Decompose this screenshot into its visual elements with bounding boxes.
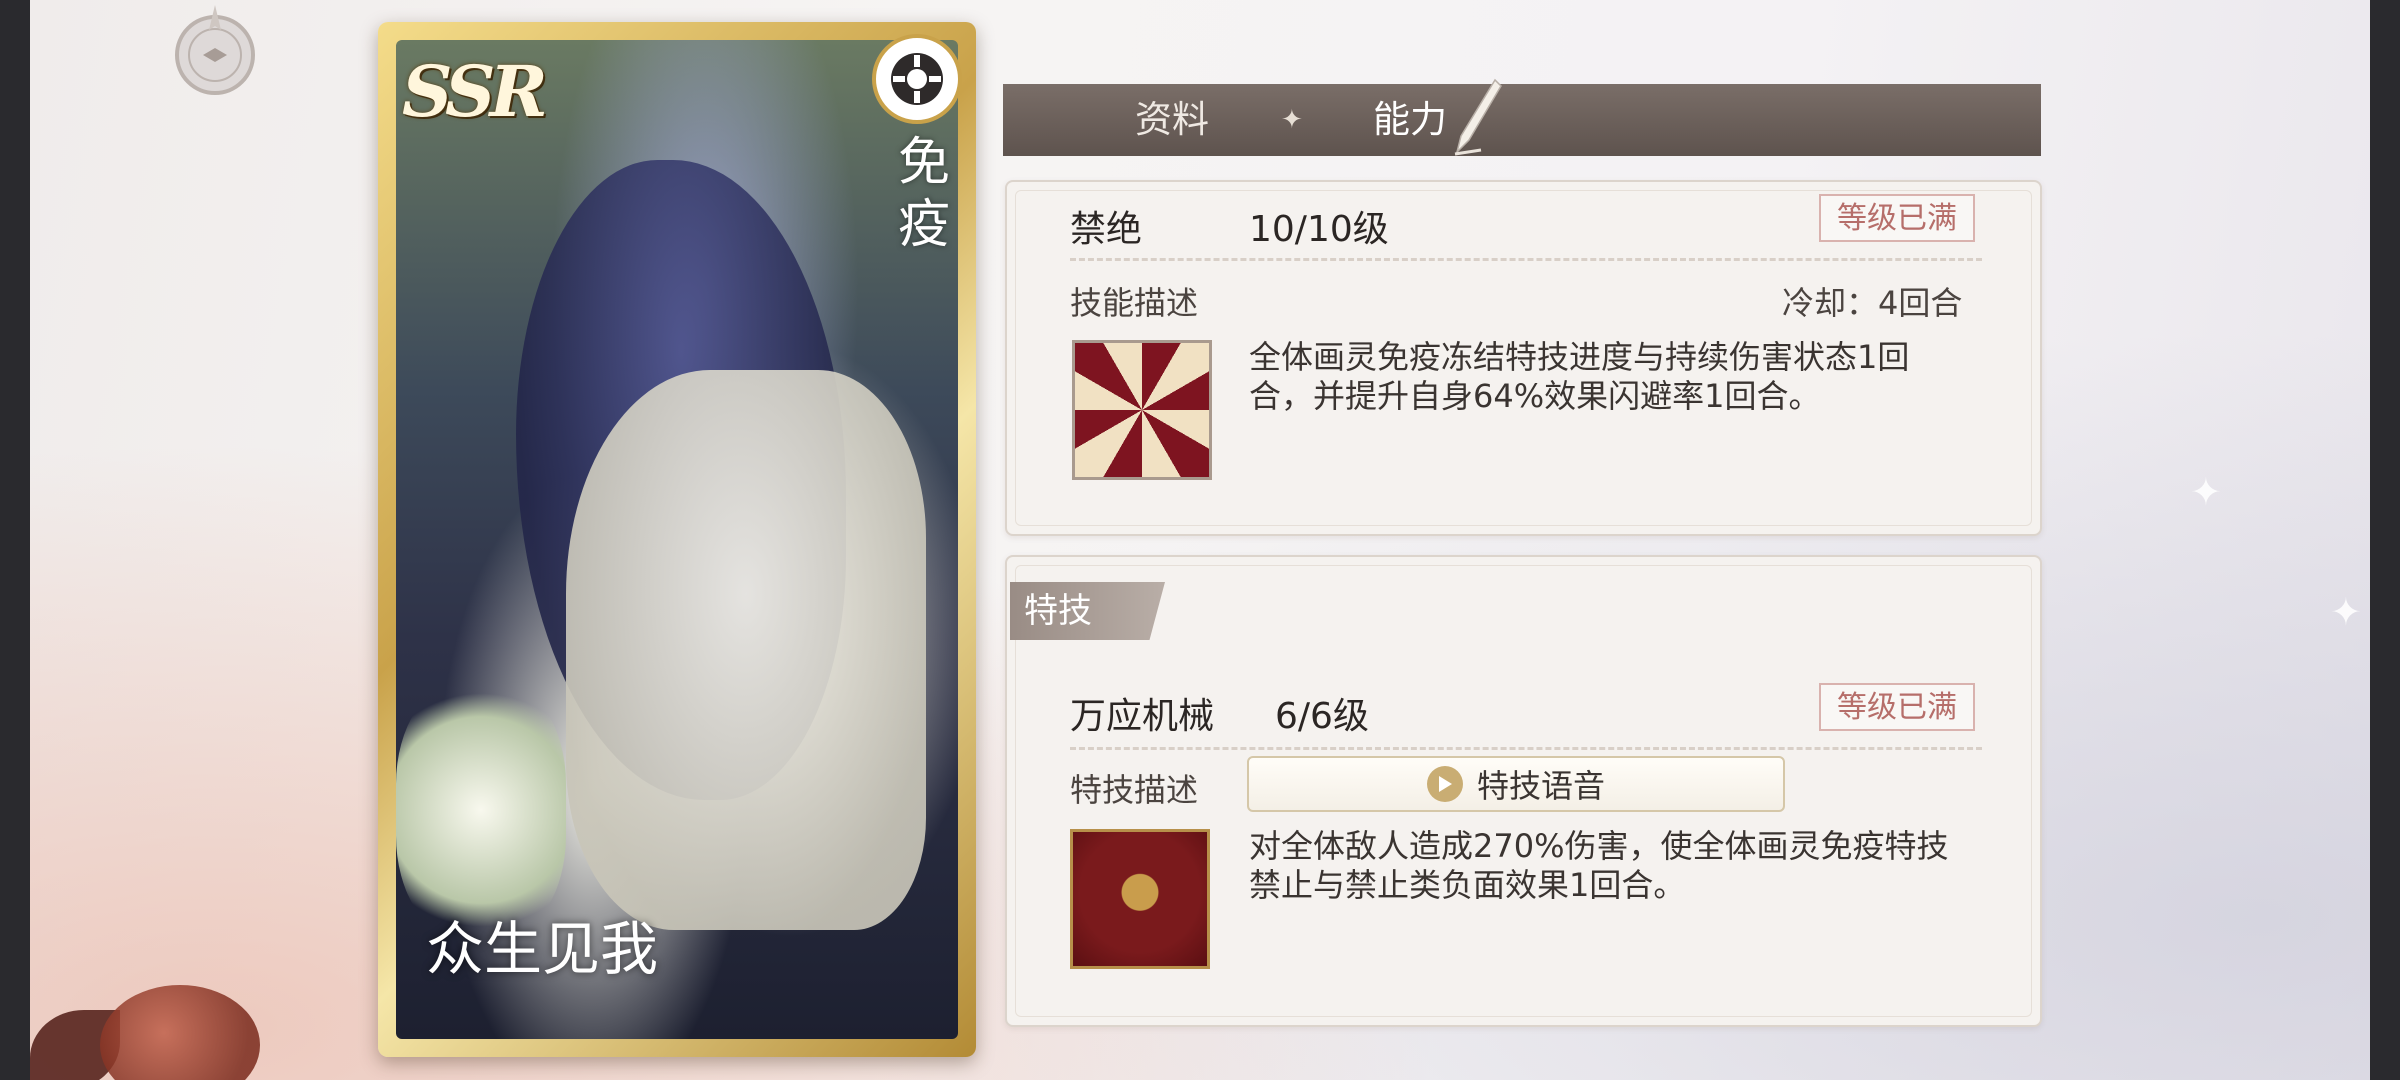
skill-spiral-icon: [1072, 340, 1212, 480]
rose-decoration: [100, 985, 260, 1080]
tab-ability[interactable]: 能力: [1373, 84, 1447, 156]
skill-description: 全体画灵免疫冻结特技进度与持续伤害状态1回合，并提升自身64%效果闪避率1回合。: [1249, 338, 1910, 415]
sparkle-icon: ✦: [2190, 470, 2222, 514]
skill-level: 10/10级: [1249, 209, 1389, 250]
special-voice-button[interactable]: 特技语音: [1247, 756, 1785, 812]
divider: [1070, 747, 1982, 750]
rarity-badge: SSR: [402, 50, 548, 133]
character-art: [396, 40, 958, 1039]
skill-panel: 禁绝 10/10级 等级已满 技能描述 冷却：4回合 全体画灵免疫冻结特技进度与…: [1005, 180, 2042, 536]
special-description: 对全体敌人造成270%伤害，使全体画灵免疫特技禁止与禁止类负面效果1回合。: [1249, 827, 1949, 904]
vertical-tag: 免疫: [897, 133, 950, 255]
flower-art: [396, 680, 566, 940]
tab-profile[interactable]: 资料: [1135, 84, 1209, 156]
section-title-special: 特技: [1010, 582, 1165, 640]
play-icon: [1426, 766, 1463, 802]
card-title: 众生见我: [426, 915, 659, 983]
robe-art: [566, 370, 926, 930]
voice-button-label: 特技语音: [1476, 767, 1605, 805]
level-max-badge: 等级已满: [1819, 683, 1975, 731]
special-level: 6/6级: [1275, 696, 1369, 737]
skill-desc-label: 技能描述: [1070, 284, 1199, 322]
divider: [1070, 258, 1982, 261]
tab-separator-icon: ✦: [1281, 105, 1303, 135]
skill-name: 禁绝: [1070, 209, 1143, 250]
sparkle-icon: ✦: [2330, 590, 2362, 634]
type-icon: [872, 34, 962, 124]
tab-bar: 资料 ✦ 能力: [1003, 78, 2041, 156]
compass-icon[interactable]: [155, 0, 275, 110]
cooldown-text: 冷却：4回合: [1782, 284, 1963, 322]
special-name: 万应机械: [1070, 696, 1215, 737]
level-max-badge: 等级已满: [1819, 194, 1975, 242]
pen-icon: [1454, 78, 1502, 156]
special-crest-icon: [1070, 829, 1210, 969]
character-card[interactable]: SSR 免疫 众生见我: [378, 22, 976, 1057]
special-desc-label: 特技描述: [1070, 771, 1199, 809]
